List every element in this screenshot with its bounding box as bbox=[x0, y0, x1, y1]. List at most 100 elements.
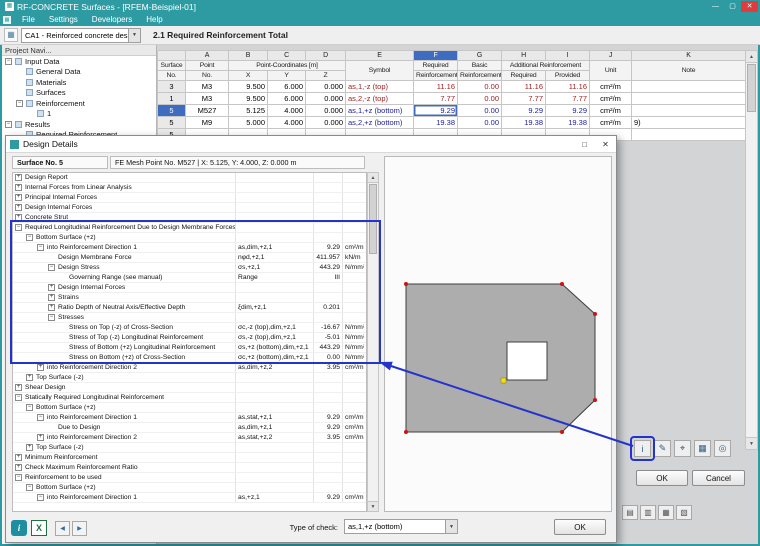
plus-expander-icon[interactable]: + bbox=[15, 204, 22, 211]
required-reinforcement-cell[interactable]: 7.77 bbox=[413, 92, 458, 105]
required-reinforcement-cell[interactable]: 19.38 bbox=[413, 116, 458, 129]
detail-row-bottom-surface-z[interactable]: − Bottom Surface (+z) bbox=[13, 233, 366, 243]
detail-row-strains[interactable]: + Strains bbox=[13, 293, 366, 303]
column-letter-G[interactable]: G bbox=[457, 50, 502, 61]
detail-row-design-membrane-force[interactable]: Design Membrane Force nφd,+z,1 411.957 kN/m bbox=[13, 253, 366, 263]
column-letter-E[interactable]: E bbox=[345, 50, 414, 61]
previous-icon[interactable]: ◀ bbox=[55, 521, 70, 536]
column-letter-F[interactable]: F bbox=[413, 50, 458, 61]
close-button[interactable]: ✕ bbox=[741, 1, 758, 12]
additional-required-cell[interactable]: 11.16 bbox=[501, 80, 546, 93]
coord-y-cell[interactable]: 6.000 bbox=[267, 92, 306, 105]
note-cell[interactable] bbox=[631, 92, 746, 105]
panel-4-icon[interactable]: ▧ bbox=[676, 505, 692, 520]
plus-expander-icon[interactable]: + bbox=[15, 194, 22, 201]
plus-expander-icon[interactable]: + bbox=[26, 374, 33, 381]
detail-row-bottom-surface-z[interactable]: − Bottom Surface (+z) bbox=[13, 483, 366, 493]
basic-reinforcement-cell[interactable]: 0.00 bbox=[457, 104, 502, 117]
column-letter-I[interactable]: I bbox=[545, 50, 590, 61]
table-grid-icon[interactable]: ▦ bbox=[4, 28, 18, 42]
detail-row-concrete-strut[interactable]: + Concrete Strut bbox=[13, 213, 366, 223]
column-letter-H[interactable]: H bbox=[501, 50, 546, 61]
pick-icon[interactable]: ⌖ bbox=[674, 440, 691, 457]
minus-expander-icon[interactable]: − bbox=[26, 234, 33, 241]
navigator-item-general-data[interactable]: General Data bbox=[2, 67, 156, 78]
plus-expander-icon[interactable]: + bbox=[37, 364, 44, 371]
minus-expander-icon[interactable]: − bbox=[15, 224, 22, 231]
column-letter-A[interactable]: A bbox=[185, 50, 229, 61]
scrollbar-thumb[interactable] bbox=[369, 184, 377, 254]
table-row[interactable]: 1 M3 9.500 6.000 0.000 as,2,-z (top) 7.77 0.00 7… bbox=[157, 92, 746, 105]
coord-x-cell[interactable]: 9.500 bbox=[228, 92, 268, 105]
detail-row-bottom-surface-z[interactable]: − Bottom Surface (+z) bbox=[13, 403, 366, 413]
table-row[interactable]: 5 M9 5.000 4.000 0.000 as,2,+z (bottom) 19.38 0… bbox=[157, 116, 746, 129]
navigator-item-surfaces[interactable]: Surfaces bbox=[2, 88, 156, 99]
detail-row-top-surface-z[interactable]: + Top Surface (-z) bbox=[13, 373, 366, 383]
additional-provided-cell[interactable]: 19.38 bbox=[545, 116, 590, 129]
column-letter-J[interactable]: J bbox=[589, 50, 632, 61]
menu-settings[interactable]: Settings bbox=[42, 15, 85, 24]
grid-icon[interactable]: ▦ bbox=[694, 440, 711, 457]
menu-help[interactable]: Help bbox=[139, 15, 169, 24]
column-letter-C[interactable]: C bbox=[267, 50, 306, 61]
detail-row-design-internal-forces[interactable]: + Design Internal Forces bbox=[13, 283, 366, 293]
detail-row-principal-internal-forces[interactable]: + Principal Internal Forces bbox=[13, 193, 366, 203]
detail-row-into-reinforcement-direction-1[interactable]: − into Reinforcement Direction 1 as,stat,+… bbox=[13, 413, 366, 423]
note-cell[interactable]: 9) bbox=[631, 116, 746, 129]
detail-row-into-reinforcement-direction-2[interactable]: + into Reinforcement Direction 2 as,dim,+z… bbox=[13, 363, 366, 373]
plus-expander-icon[interactable]: + bbox=[48, 284, 55, 291]
unit-cell[interactable]: cm²/m bbox=[589, 104, 632, 117]
design-case-select[interactable]: CA1 - Reinforced concrete desi ▼ bbox=[21, 27, 141, 43]
detail-row-shear-design[interactable]: + Shear Design bbox=[13, 383, 366, 393]
detail-row-check-maximum-reinforcement-ratio[interactable]: + Check Maximum Reinforcement Ratio bbox=[13, 463, 366, 473]
symbol-cell[interactable]: as,1,-z (top) bbox=[345, 80, 414, 93]
coord-y-cell[interactable]: 6.000 bbox=[267, 80, 306, 93]
coord-y-cell[interactable]: 4.000 bbox=[267, 116, 306, 129]
dialog-close-button[interactable]: ✕ bbox=[595, 137, 616, 152]
type-of-check-select[interactable]: as,1,+z (bottom) ▼ bbox=[344, 519, 458, 534]
detail-row-ratio-depth-of-neutral-axis-effective-depth[interactable]: + Ratio Depth of Neutral Axis/Effective D… bbox=[13, 303, 366, 313]
basic-reinforcement-cell[interactable]: 0.00 bbox=[457, 116, 502, 129]
detail-row-design-report[interactable]: + Design Report bbox=[13, 173, 366, 183]
excel-export-icon[interactable]: X bbox=[31, 520, 47, 536]
detail-row-into-reinforcement-direction-1[interactable]: − into Reinforcement Direction 1 as,+z,1 9.… bbox=[13, 493, 366, 503]
additional-provided-cell[interactable]: 11.16 bbox=[545, 80, 590, 93]
plus-expander-icon[interactable]: + bbox=[15, 384, 22, 391]
detail-row-stress-of-top-z-longitudinal-reinforcement[interactable]: Stress of Top (-z) Longitudinal Reinforc… bbox=[13, 333, 366, 343]
navigator-item-1[interactable]: 1 bbox=[2, 109, 156, 120]
detail-row-stress-on-bottom-z-of-cross-section[interactable]: Stress on Bottom (+z) of Cross-Section σc… bbox=[13, 353, 366, 363]
plus-expander-icon[interactable]: + bbox=[15, 174, 22, 181]
detail-row-statically-required-longitudinal-reinforcement[interactable]: − Statically Required Longitudinal Reinfo… bbox=[13, 393, 366, 403]
surface-no-cell[interactable]: 5 bbox=[157, 104, 186, 117]
surface-no-cell[interactable]: 5 bbox=[157, 116, 186, 129]
minimize-button[interactable]: — bbox=[707, 1, 724, 12]
cancel-button[interactable]: Cancel bbox=[692, 470, 745, 486]
detail-row-governing-range-see-manual[interactable]: Governing Range (see manual) Range III bbox=[13, 273, 366, 283]
note-cell[interactable] bbox=[631, 80, 746, 93]
navigator-item-results[interactable]: − Results bbox=[2, 119, 156, 130]
next-icon[interactable]: ▶ bbox=[72, 521, 87, 536]
additional-required-cell[interactable]: 19.38 bbox=[501, 116, 546, 129]
edit-icon[interactable]: ✎ bbox=[654, 440, 671, 457]
column-letter-D[interactable]: D bbox=[305, 50, 346, 61]
minus-expander-icon[interactable]: − bbox=[37, 494, 44, 501]
chevron-down-icon[interactable]: ▼ bbox=[445, 520, 457, 533]
additional-provided-cell[interactable]: 7.77 bbox=[545, 92, 590, 105]
navigator-item-materials[interactable]: Materials bbox=[2, 77, 156, 88]
unit-cell[interactable]: cm²/m bbox=[589, 80, 632, 93]
scroll-down-icon[interactable]: ▼ bbox=[746, 437, 757, 449]
detail-row-required-longitudinal-reinforcement-due-to-design-membrane-forces[interactable]: − Required Longitudinal Reinforcement Due… bbox=[13, 223, 366, 233]
scroll-up-icon[interactable]: ▲ bbox=[746, 51, 757, 63]
plus-expander-icon[interactable]: + bbox=[15, 214, 22, 221]
required-reinforcement-cell[interactable]: 9.29 bbox=[413, 104, 458, 117]
coord-y-cell[interactable]: 4.000 bbox=[267, 104, 306, 117]
point-no-cell[interactable]: M9 bbox=[185, 116, 229, 129]
point-no-cell[interactable]: M527 bbox=[185, 104, 229, 117]
coord-z-cell[interactable]: 0.000 bbox=[305, 104, 346, 117]
unit-cell[interactable]: cm²/m bbox=[589, 116, 632, 129]
table-row[interactable]: 3 M3 9.500 6.000 0.000 as,1,-z (top) 11.16 0.00… bbox=[157, 80, 746, 93]
scroll-down-icon[interactable]: ▼ bbox=[368, 501, 378, 511]
detail-row-stresses[interactable]: − Stresses bbox=[13, 313, 366, 323]
minus-expander-icon[interactable]: − bbox=[37, 414, 44, 421]
dialog-ok-button[interactable]: OK bbox=[554, 519, 606, 535]
